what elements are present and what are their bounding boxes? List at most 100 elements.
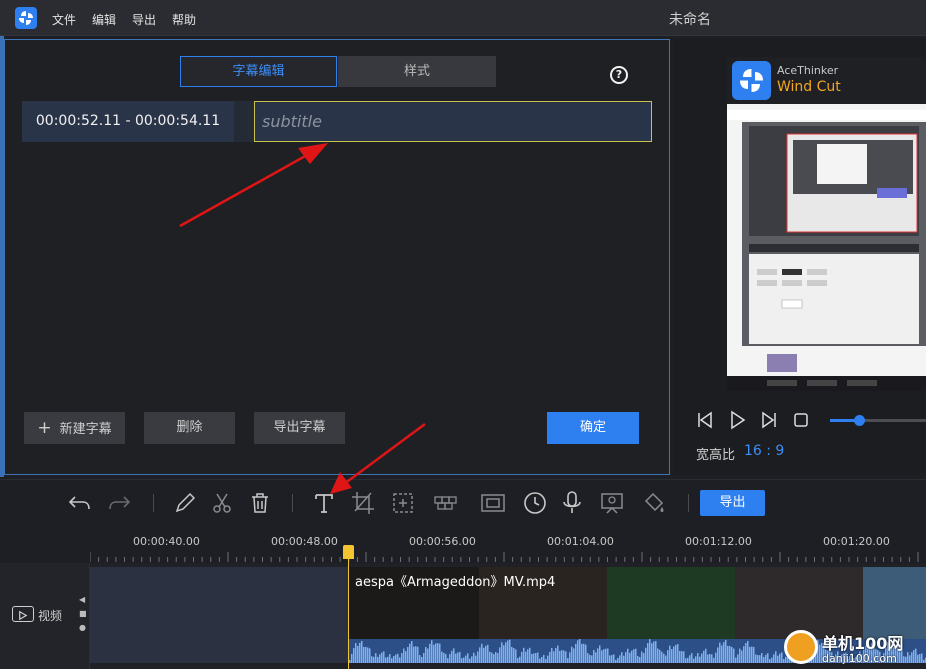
export-button[interactable]: 导出 <box>700 490 765 516</box>
waveform-bar <box>489 651 491 663</box>
waveform-bar <box>415 646 417 663</box>
lock-icon[interactable]: ■ <box>79 609 88 618</box>
waveform-bar <box>403 648 405 663</box>
help-icon[interactable]: ? <box>610 66 628 84</box>
waveform-bar <box>523 647 525 663</box>
waveform-bar <box>557 645 559 663</box>
scissors-icon[interactable] <box>208 489 236 517</box>
waveform-bar <box>771 657 773 663</box>
waveform-bar <box>369 648 371 663</box>
waveform-bar <box>501 642 503 663</box>
waveform-bar <box>515 649 517 663</box>
waveform-bar <box>633 649 635 663</box>
waveform-bar <box>409 643 411 663</box>
waveform-bar <box>777 655 779 663</box>
crop-icon[interactable] <box>349 489 377 517</box>
timeline-ruler[interactable]: 00:00:40.00 00:00:48.00 00:00:56.00 00:0… <box>0 527 926 563</box>
waveform-bar <box>377 656 379 663</box>
playhead-line <box>348 545 349 669</box>
waveform-bar <box>367 647 369 663</box>
waveform-bar <box>703 650 705 663</box>
next-frame-icon[interactable] <box>758 410 778 430</box>
microphone-icon[interactable] <box>558 489 586 517</box>
waveform-bar <box>757 654 759 663</box>
pencil-icon[interactable] <box>171 489 199 517</box>
waveform-bar <box>655 641 657 663</box>
track-empty-region <box>90 567 348 663</box>
waveform-bar <box>531 653 533 663</box>
tab-style[interactable]: 样式 <box>338 56 496 87</box>
menu-help[interactable]: 帮助 <box>172 11 196 28</box>
subtitle-time-range[interactable]: 00:00:52.11 - 00:00:54.11 <box>22 101 234 142</box>
confirm-button[interactable]: 确定 <box>547 412 639 444</box>
waveform-bar <box>605 648 607 663</box>
waveform-bar <box>351 653 353 663</box>
text-icon[interactable] <box>310 489 338 517</box>
waveform-bar <box>543 654 545 663</box>
speed-clock-icon[interactable] <box>521 489 549 517</box>
waveform-bar <box>443 652 445 663</box>
new-subtitle-button[interactable]: + 新建字幕 <box>24 412 125 444</box>
waveform-bar <box>611 655 613 663</box>
waveform-bar <box>627 648 629 663</box>
waveform-bar <box>361 640 363 663</box>
waveform-bar <box>695 656 697 663</box>
waveform-bar <box>641 651 643 663</box>
volume-icon[interactable]: ◀ <box>79 595 88 604</box>
waveform-bar <box>541 656 543 663</box>
waveform-bar <box>729 645 731 663</box>
waveform-bar <box>431 640 433 663</box>
menu-export[interactable]: 导出 <box>132 11 156 28</box>
aspect-ratio-label: 宽高比 <box>696 448 736 463</box>
preview-panel: AceThinker Wind Cut 宽高比 16: 9 <box>674 39 926 475</box>
waveform-bar <box>395 654 397 663</box>
tab-subtitle-edit[interactable]: 字幕编辑 <box>180 56 337 87</box>
picture-in-picture-icon[interactable] <box>598 489 626 517</box>
waveform-bar <box>383 651 385 663</box>
redo-icon[interactable] <box>105 489 133 517</box>
waveform-bar <box>617 657 619 663</box>
menu-file[interactable]: 文件 <box>52 11 76 28</box>
waveform-bar <box>485 645 487 663</box>
menu-edit[interactable]: 编辑 <box>92 11 116 28</box>
waveform-bar <box>393 656 395 663</box>
aspect-ratio-value[interactable]: 16 : 9 <box>744 443 784 459</box>
subtitle-editor-panel: 字幕编辑 样式 ? 00:00:52.11 - 00:00:54.11 + 新建字… <box>4 39 670 475</box>
waveform-bar <box>725 639 727 663</box>
ruler-tick-label: 00:01:20.00 <box>823 535 890 548</box>
undo-icon[interactable] <box>66 489 94 517</box>
waveform-bar <box>755 654 757 663</box>
waveform-bar <box>483 647 485 663</box>
previous-frame-icon[interactable] <box>696 410 716 430</box>
play-icon[interactable] <box>727 410 747 430</box>
mosaic-icon[interactable] <box>432 489 460 517</box>
zoom-region-icon[interactable] <box>389 489 417 517</box>
waveform-bar <box>449 654 451 663</box>
waveform-bar <box>467 653 469 663</box>
waveform-bar <box>599 645 601 663</box>
waveform-bar <box>759 655 761 663</box>
waveform-bar <box>693 658 695 663</box>
waveform-bar <box>681 651 683 663</box>
waveform-bar <box>401 653 403 663</box>
delete-subtitle-button[interactable]: 删除 <box>144 412 235 444</box>
trash-icon[interactable] <box>246 489 274 517</box>
waveform-bar <box>653 641 655 663</box>
waveform-bar <box>629 652 631 663</box>
frame-icon[interactable] <box>479 489 507 517</box>
waveform-bar <box>389 654 391 663</box>
eye-icon[interactable]: ● <box>79 623 88 632</box>
waveform-bar <box>623 655 625 663</box>
waveform-bar <box>687 657 689 663</box>
waveform-bar <box>427 648 429 663</box>
playback-progress-thumb[interactable] <box>853 415 865 426</box>
fill-bucket-icon[interactable] <box>640 489 668 517</box>
export-subtitle-button[interactable]: 导出字幕 <box>254 412 345 444</box>
stop-icon[interactable] <box>791 410 811 430</box>
waveform-bar <box>433 644 435 663</box>
waveform-bar <box>765 654 767 663</box>
subtitle-text-input[interactable] <box>254 101 652 142</box>
toolbar-separator <box>292 494 293 512</box>
waveform-bar <box>473 652 475 663</box>
waveform-bar <box>747 640 749 663</box>
